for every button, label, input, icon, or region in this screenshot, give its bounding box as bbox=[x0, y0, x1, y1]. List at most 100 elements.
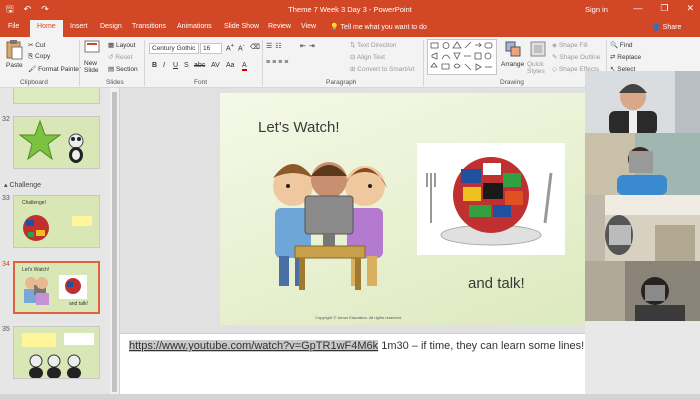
layout-button[interactable]: ▦ Layout bbox=[108, 41, 135, 49]
italic-button[interactable]: I bbox=[163, 62, 165, 69]
char-spacing-button[interactable]: AV bbox=[211, 62, 220, 69]
close-button[interactable]: ✕ bbox=[686, 3, 694, 14]
shape-outline-button[interactable]: ✎ Shape Outline bbox=[552, 53, 600, 61]
format-painter-button[interactable]: 🖌 Format Painter bbox=[28, 65, 81, 73]
section-challenge[interactable]: ▴ Challenge bbox=[4, 181, 41, 189]
slide-number: 34 bbox=[2, 261, 10, 268]
arrange-icon bbox=[505, 41, 521, 57]
participant-video bbox=[585, 261, 700, 321]
font-name-select[interactable]: Century Gothic bbox=[149, 43, 199, 54]
clear-format-icon[interactable]: ⌫ bbox=[250, 43, 260, 51]
slide-thumbnail-panel: 32 ▴ Challenge 33 Challenge! 34 Let's Wa… bbox=[0, 88, 120, 394]
change-case-button[interactable]: Aa bbox=[226, 62, 235, 69]
tab-home[interactable]: Home bbox=[30, 20, 63, 37]
kids-computer-illustration bbox=[273, 162, 387, 290]
notes-text: 1m30 – if time, they can learn some line… bbox=[378, 340, 585, 352]
bullets-numbering-icon[interactable]: ☰☷ bbox=[266, 42, 285, 50]
sign-in-link[interactable]: Sign in bbox=[585, 5, 608, 14]
slide-number: 33 bbox=[2, 195, 10, 202]
thumb-title: Let's Watch! bbox=[22, 267, 50, 273]
ribbon-tabs: File Home Insert Design Transitions Anim… bbox=[0, 20, 700, 37]
tab-file[interactable]: File bbox=[8, 23, 19, 30]
thumb-title: Challenge! bbox=[22, 200, 46, 206]
speaker-notes[interactable]: https://www.youtube.com/watch?v=GpTR1wF4… bbox=[120, 333, 585, 394]
slide-thumbnail-32[interactable] bbox=[13, 116, 100, 169]
shrink-font-icon[interactable]: A- bbox=[238, 43, 245, 52]
reset-label: Reset bbox=[115, 54, 133, 61]
slide-thumbnail-31[interactable] bbox=[13, 88, 100, 104]
grow-font-icon[interactable]: A+ bbox=[226, 43, 234, 52]
shadow-button[interactable]: S bbox=[184, 62, 189, 69]
video-tile-student-3 bbox=[585, 261, 700, 321]
restore-button[interactable]: ❐ bbox=[660, 3, 668, 14]
participant-video bbox=[585, 133, 700, 195]
share-button[interactable]: 👤 Share bbox=[652, 23, 681, 31]
tab-review[interactable]: Review bbox=[268, 23, 291, 30]
section-button[interactable]: ▤ Section bbox=[108, 65, 138, 73]
tab-insert[interactable]: Insert bbox=[70, 23, 88, 30]
tab-view[interactable]: View bbox=[301, 23, 316, 30]
current-slide[interactable]: Let's Watch! and talk! Copyright © Janus… bbox=[220, 93, 585, 325]
tab-transitions[interactable]: Transitions bbox=[132, 23, 166, 30]
align-text-button[interactable]: ⊟ Align Text bbox=[350, 53, 385, 61]
video-tile-student-1 bbox=[585, 133, 700, 195]
strikethrough-button[interactable]: abc bbox=[194, 62, 205, 69]
pandas-graphic bbox=[22, 333, 94, 378]
layout-icon: ▦ bbox=[108, 42, 116, 49]
text-direction-button[interactable]: ⇅ Text Direction bbox=[350, 41, 397, 49]
slide-thumbnail-35[interactable] bbox=[13, 326, 100, 379]
copy-label: Copy bbox=[35, 53, 51, 60]
scrollbar-thumb[interactable] bbox=[112, 92, 117, 392]
thumbnail-scrollbar[interactable] bbox=[110, 88, 119, 394]
paint-bucket-icon: ◈ bbox=[552, 42, 559, 49]
find-button[interactable]: 🔍 Find bbox=[610, 41, 633, 49]
thumb-subtitle: and talk! bbox=[69, 301, 88, 307]
tab-animations[interactable]: Animations bbox=[177, 23, 212, 30]
replace-button[interactable]: ⇄ Replace bbox=[610, 53, 641, 61]
video-tile-teacher bbox=[585, 71, 700, 133]
font-color-button[interactable]: A bbox=[242, 62, 247, 71]
share-label: Share bbox=[662, 24, 682, 31]
notes-text-line[interactable]: https://www.youtube.com/watch?v=GpTR1wF4… bbox=[129, 340, 584, 352]
effects-icon: ◇ bbox=[552, 66, 559, 73]
tell-me-search[interactable]: 💡 Tell me what you want to do bbox=[330, 23, 427, 31]
youtube-link[interactable]: https://www.youtube.com/watch?v=GpTR1wF4… bbox=[129, 340, 379, 352]
layout-label: Layout bbox=[115, 42, 136, 49]
shapes-gallery[interactable] bbox=[427, 39, 497, 75]
tab-slide-show[interactable]: Slide Show bbox=[224, 23, 259, 30]
slide-thumbnail-34[interactable]: Let's Watch! and talk! bbox=[13, 261, 100, 314]
slide-thumbnail-33[interactable]: Challenge! bbox=[13, 195, 100, 248]
shape-fill-button[interactable]: ◈ Shape Fill bbox=[552, 41, 588, 49]
shape-fill-label: Shape Fill bbox=[558, 42, 588, 49]
arrange-label: Arrange bbox=[501, 61, 525, 68]
indent-icon[interactable]: ⇤⇥ bbox=[300, 42, 318, 50]
copy-button[interactable]: ⎘ Copy bbox=[28, 53, 50, 61]
smartart-button[interactable]: ⊞ Convert to SmartArt bbox=[350, 65, 415, 73]
star-graphic bbox=[18, 119, 84, 163]
font-size-select[interactable]: 16 bbox=[200, 43, 222, 54]
smartart-label: Convert to SmartArt bbox=[357, 66, 415, 73]
shape-outline-label: Shape Outline bbox=[559, 54, 601, 61]
slides-group-label: Slides bbox=[106, 79, 124, 86]
reset-button[interactable]: ↺ Reset bbox=[108, 53, 132, 61]
format-painter-label: Format Painter bbox=[38, 66, 82, 73]
find-label: Find bbox=[619, 42, 633, 49]
drawing-group-label: Drawing bbox=[500, 79, 524, 86]
title-bar: 🖫 ↶ ↷ Theme 7 Week 3 Day 3 - PowerPoint … bbox=[0, 0, 700, 20]
slide-subtitle[interactable]: and talk! bbox=[468, 275, 525, 292]
bold-button[interactable]: B bbox=[152, 62, 157, 69]
shapes-icon bbox=[430, 41, 493, 71]
quick-styles-label: Quick Styles bbox=[527, 61, 545, 75]
paste-label: Paste bbox=[6, 62, 23, 69]
slide-copyright: Copyright © Janus Education. All rights … bbox=[315, 315, 402, 320]
tab-design[interactable]: Design bbox=[100, 23, 122, 30]
cut-button[interactable]: ✂ Cut bbox=[28, 41, 45, 49]
alignment-icon[interactable]: ≡≡≡≡ bbox=[266, 59, 290, 66]
slide-title[interactable]: Let's Watch! bbox=[258, 119, 340, 136]
copy-icon: ⎘ bbox=[28, 53, 36, 60]
minimize-button[interactable]: — bbox=[633, 3, 642, 14]
underline-button[interactable]: U bbox=[173, 62, 178, 69]
video-tile-student-2 bbox=[585, 195, 700, 261]
divider bbox=[144, 40, 145, 86]
clipboard-group-label: Clipboard bbox=[20, 79, 48, 86]
